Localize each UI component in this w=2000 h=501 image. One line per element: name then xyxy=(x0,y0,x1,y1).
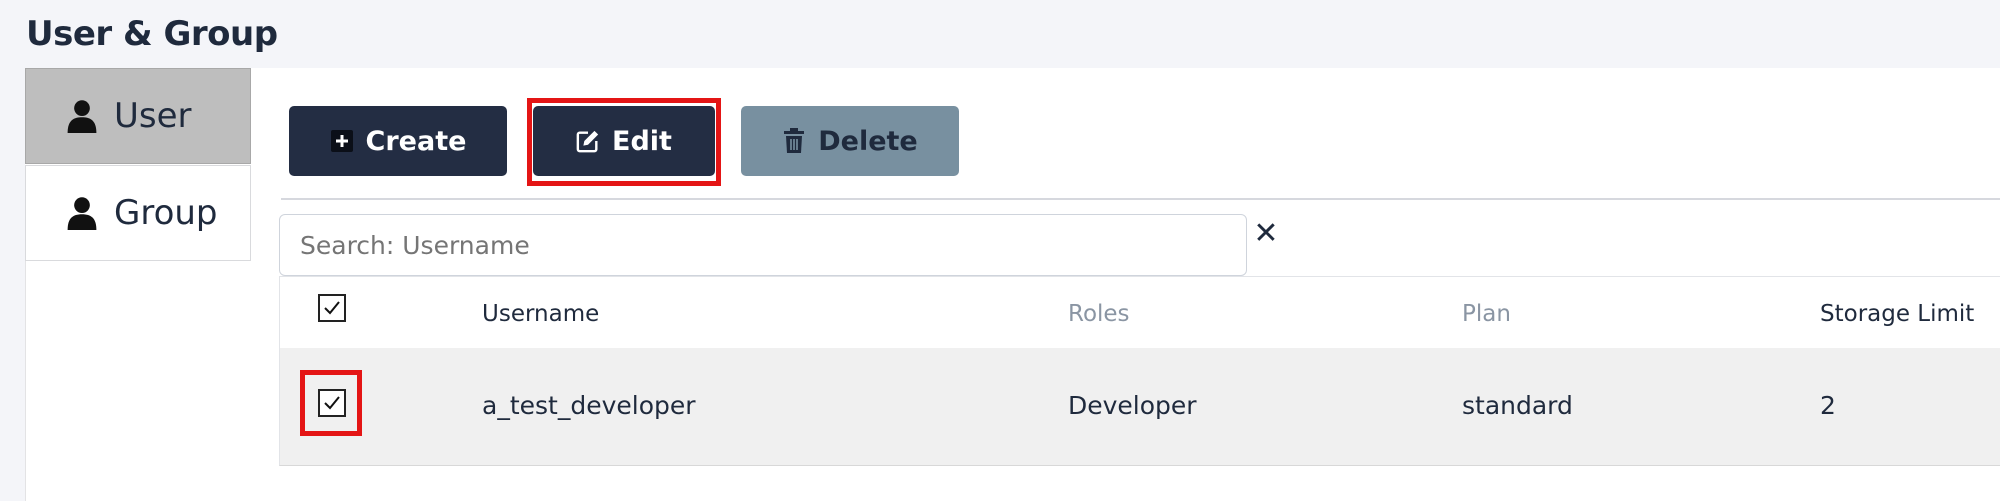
trash-icon xyxy=(784,128,805,153)
user-icon xyxy=(67,100,97,133)
plus-square-icon xyxy=(330,130,353,152)
delete-button[interactable]: Delete xyxy=(741,106,959,176)
create-button-label: Create xyxy=(365,125,467,157)
delete-button-label: Delete xyxy=(818,125,918,157)
edit-button[interactable]: Edit xyxy=(533,106,715,176)
page-title: User & Group xyxy=(26,14,278,54)
row-checkbox[interactable] xyxy=(318,389,346,417)
table-row[interactable]: a_test_developer Developer standard 2 xyxy=(279,348,2000,466)
user-icon xyxy=(67,197,97,230)
edit-icon xyxy=(576,130,599,153)
toolbar-divider xyxy=(281,198,2000,200)
plan-cell: standard xyxy=(1462,391,1573,420)
sidebar-item-user[interactable]: User xyxy=(25,68,251,164)
column-header-storage-limit[interactable]: Storage Limit xyxy=(1820,301,1974,327)
column-header-roles[interactable]: Roles xyxy=(1068,301,1130,327)
check-icon xyxy=(324,396,340,410)
check-icon xyxy=(324,301,340,315)
close-icon[interactable]: ✕ xyxy=(1251,216,1281,251)
user-table: Username Roles Plan Storage Limit a_test… xyxy=(279,276,2000,466)
sidebar-item-group[interactable]: Group xyxy=(25,165,251,261)
sidebar-item-label: Group xyxy=(114,193,218,233)
column-header-username[interactable]: Username xyxy=(482,301,599,327)
table-header: Username Roles Plan Storage Limit xyxy=(279,276,2000,348)
sidebar-item-label: User xyxy=(114,96,192,136)
roles-cell: Developer xyxy=(1068,391,1197,420)
main-panel: Create Edit Delete ✕ Username Roles Plan… xyxy=(251,68,2000,501)
create-button[interactable]: Create xyxy=(289,106,507,176)
storage-limit-cell: 2 xyxy=(1820,391,1836,420)
edit-button-label: Edit xyxy=(612,125,672,157)
select-all-checkbox[interactable] xyxy=(318,294,346,322)
username-cell: a_test_developer xyxy=(482,391,696,420)
sidebar: User Group xyxy=(25,68,251,501)
sidebar-border xyxy=(25,261,26,501)
column-header-plan[interactable]: Plan xyxy=(1462,301,1511,327)
search-input[interactable] xyxy=(279,214,1247,276)
